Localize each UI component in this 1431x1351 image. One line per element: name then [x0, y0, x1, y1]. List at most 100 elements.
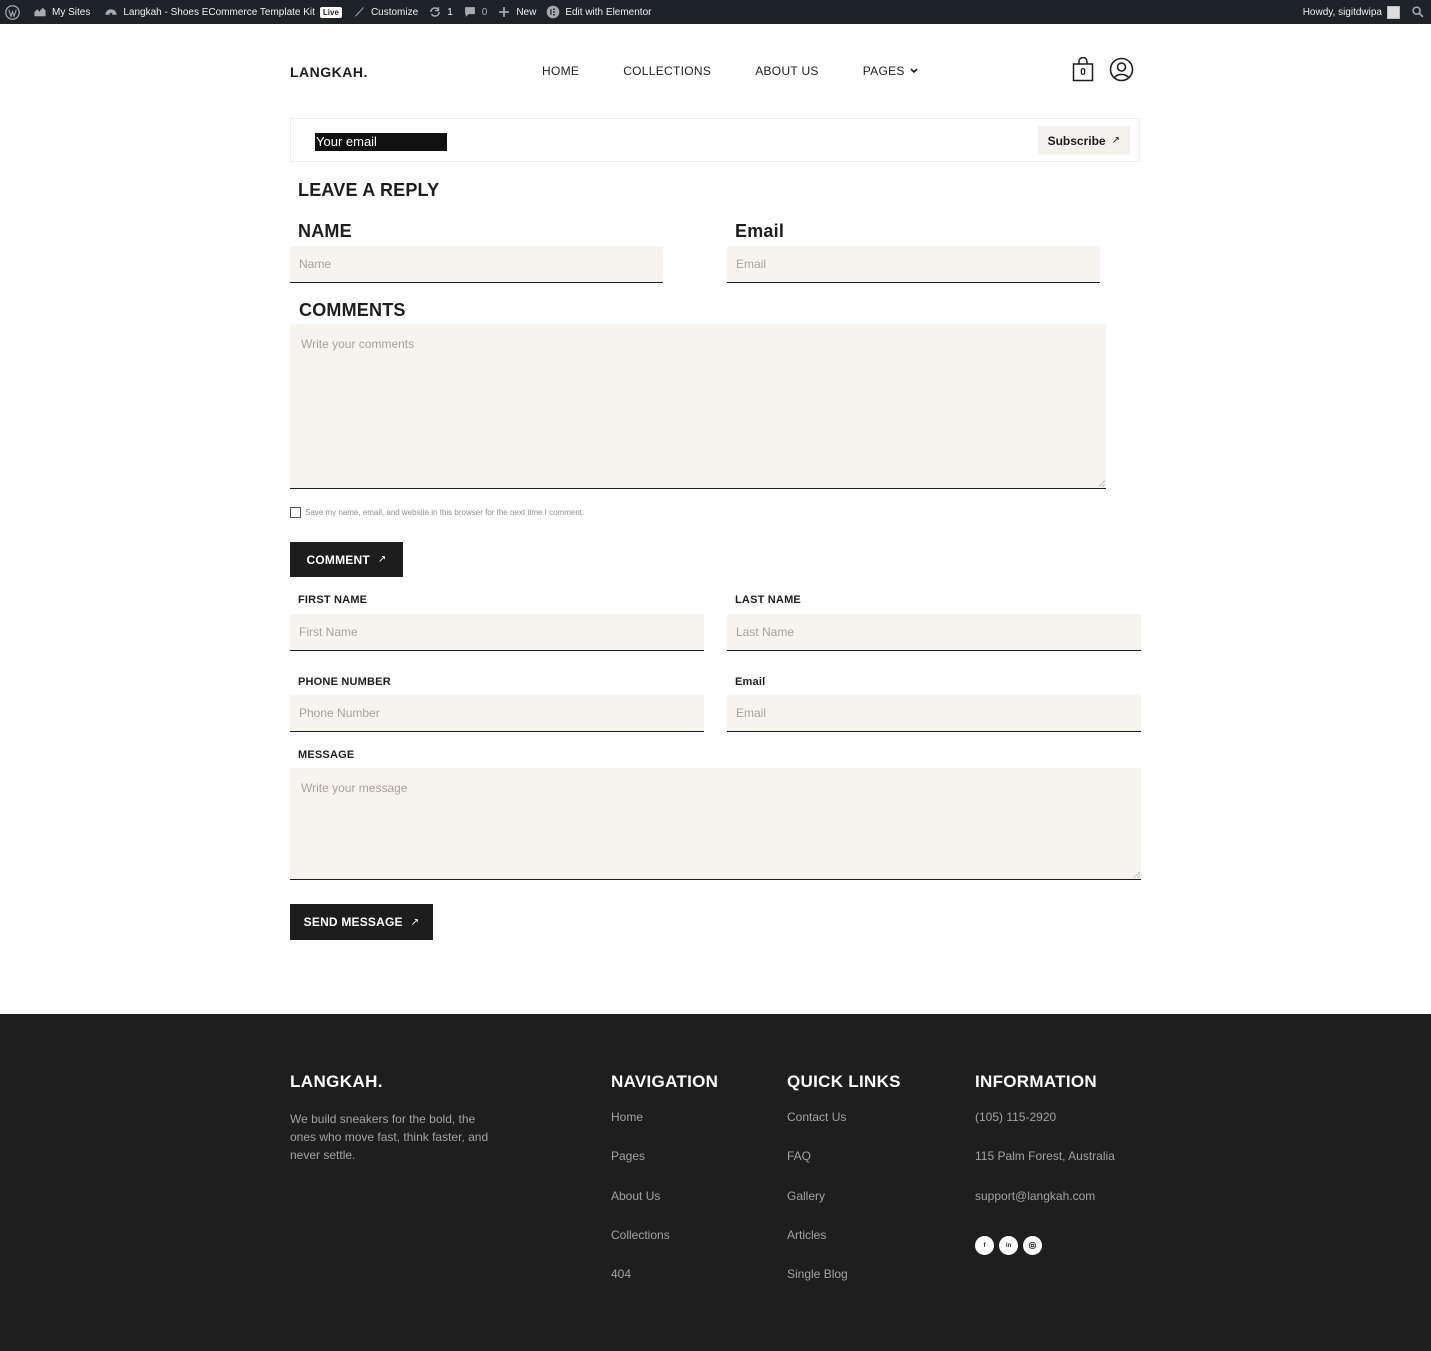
footer-quick-links-title: QUICK LINKS	[787, 1072, 901, 1091]
new-content-button[interactable]: New	[492, 0, 541, 24]
arrow-up-right-icon: ↗	[1111, 135, 1120, 146]
my-sites-icon	[34, 7, 46, 17]
howdy-label: Howdy, sigitdwipa	[1302, 6, 1382, 18]
main-nav: HOME COLLECTIONS ABOUT US PAGES	[542, 64, 918, 78]
footer-information-title: INFORMATION	[975, 1072, 1097, 1091]
footer-link-home[interactable]: Home	[611, 1110, 718, 1149]
contact-email-label: Email	[735, 676, 766, 688]
reply-email-placeholder: Email	[736, 257, 767, 271]
wordpress-logo-button[interactable]	[0, 0, 28, 24]
nav-home[interactable]: HOME	[542, 64, 579, 78]
message-textarea[interactable]: Write your message	[290, 768, 1141, 880]
site-header: LANGKAH. HOME COLLECTIONS ABOUT US PAGES…	[0, 24, 1431, 118]
comments-label: COMMENTS	[299, 300, 406, 320]
message-label: MESSAGE	[298, 749, 355, 761]
comment-submit-button[interactable]: COMMENT ↗	[290, 542, 403, 577]
admin-bar: My Sites Langkah - Shoes ECommerce Templ…	[0, 0, 1431, 24]
footer-link-about-us[interactable]: About Us	[611, 1189, 718, 1228]
my-account-menu[interactable]: Howdy, sigitdwipa	[1298, 0, 1406, 24]
comments-count: 0	[481, 6, 488, 18]
subscribe-button[interactable]: Subscribe ↗	[1037, 126, 1130, 155]
reply-name-placeholder: Name	[299, 257, 332, 271]
elementor-label: Edit with Elementor	[565, 6, 652, 18]
subscribe-button-label: Subscribe	[1047, 133, 1106, 148]
footer-link-articles[interactable]: Articles	[787, 1228, 901, 1267]
footer-link-gallery[interactable]: Gallery	[787, 1189, 901, 1228]
footer-link-contact-us[interactable]: Contact Us	[787, 1110, 901, 1149]
resize-handle-icon[interactable]	[1098, 480, 1105, 487]
account-button[interactable]	[1109, 57, 1134, 82]
my-sites-menu[interactable]: My Sites	[28, 0, 95, 24]
arrow-up-right-icon: ↗	[377, 554, 387, 565]
customize-label: Customize	[370, 6, 419, 18]
comments-placeholder: Write your comments	[301, 337, 415, 351]
footer-information: INFORMATION (105) 115-2920 115 Palm Fore…	[975, 1072, 1115, 1228]
save-info-checkbox[interactable]	[290, 507, 301, 518]
send-message-label: SEND MESSAGE	[303, 915, 403, 929]
edit-elementor-button[interactable]: Edit with Elementor	[541, 0, 656, 24]
user-icon	[1109, 57, 1134, 82]
footer-navigation: NAVIGATION Home Pages About Us Collectio…	[611, 1072, 718, 1306]
updates-icon	[430, 7, 441, 17]
admin-search-button[interactable]	[1406, 0, 1431, 24]
live-badge: Live	[319, 6, 342, 18]
first-name-placeholder: First Name	[299, 625, 358, 639]
first-name-input[interactable]: First Name	[290, 614, 704, 651]
phone-placeholder: Phone Number	[299, 706, 380, 720]
nav-pages[interactable]: PAGES	[863, 64, 918, 78]
last-name-label: LAST NAME	[735, 594, 801, 606]
reply-email-input[interactable]: Email	[727, 246, 1100, 283]
phone-input[interactable]: Phone Number	[290, 695, 704, 732]
footer-link-pages[interactable]: Pages	[611, 1149, 718, 1188]
plus-icon	[499, 7, 510, 17]
footer-link-single-blog[interactable]: Single Blog	[787, 1267, 901, 1306]
search-icon	[1412, 6, 1424, 18]
instagram-glyph	[1029, 1242, 1036, 1249]
resize-handle-icon[interactable]	[1133, 871, 1140, 878]
comments-textarea[interactable]: Write your comments	[290, 324, 1106, 489]
subscribe-email-input[interactable]: Your email	[315, 133, 447, 151]
facebook-icon[interactable]: f	[975, 1236, 994, 1255]
footer-email[interactable]: support@langkah.com	[975, 1189, 1115, 1228]
site-footer: LANGKAH. We build sneakers for the bold,…	[0, 1014, 1431, 1351]
wordpress-icon	[5, 4, 20, 20]
avatar	[1387, 5, 1400, 19]
chevron-down-icon	[910, 68, 918, 74]
elementor-icon	[547, 5, 560, 19]
footer-logo[interactable]: LANGKAH.	[290, 1072, 383, 1092]
site-logo[interactable]: LANGKAH.	[290, 64, 368, 80]
last-name-placeholder: Last Name	[736, 625, 795, 639]
last-name-input[interactable]: Last Name	[727, 614, 1141, 651]
linkedin-icon[interactable]: in	[999, 1236, 1018, 1255]
nav-about-us[interactable]: ABOUT US	[755, 64, 819, 78]
comment-icon	[464, 7, 475, 17]
first-name-label: FIRST NAME	[298, 594, 368, 606]
social-links: f in	[975, 1236, 1047, 1255]
leave-reply-heading: LEAVE A REPLY	[298, 180, 440, 200]
footer-link-404[interactable]: 404	[611, 1267, 718, 1306]
footer-link-collections[interactable]: Collections	[611, 1228, 718, 1267]
footer-phone: (105) 115-2920	[975, 1110, 1057, 1124]
site-name-label: Langkah - Shoes ECommerce Template Kit	[123, 6, 315, 18]
footer-link-faq[interactable]: FAQ	[787, 1149, 901, 1188]
contact-email-input[interactable]: Email	[727, 695, 1141, 732]
footer-nav-title: NAVIGATION	[611, 1072, 719, 1091]
updates-button[interactable]: 1	[423, 0, 458, 24]
site-name-menu[interactable]: Langkah - Shoes ECommerce Template Kit L…	[95, 0, 347, 24]
customize-button[interactable]: Customize	[347, 0, 423, 24]
save-info-row: Save my name, email, and website in this…	[290, 507, 584, 518]
comments-button[interactable]: 0	[458, 0, 493, 24]
footer-quick-links: QUICK LINKS Contact Us FAQ Gallery Artic…	[787, 1072, 901, 1306]
nav-collections[interactable]: COLLECTIONS	[623, 64, 711, 78]
new-label: New	[516, 6, 537, 18]
subscribe-form: Your email Subscribe ↗	[290, 118, 1140, 162]
save-info-text: Save my name, email, and website in this…	[305, 508, 585, 517]
instagram-icon[interactable]	[1023, 1236, 1042, 1255]
updates-count: 1	[447, 6, 453, 18]
name-label: NAME	[298, 221, 352, 241]
footer-description: We build sneakers for the bold, the ones…	[290, 1112, 489, 1162]
cart-button[interactable]: 0	[1072, 56, 1094, 82]
comment-button-label: COMMENT	[306, 552, 370, 567]
send-message-button[interactable]: SEND MESSAGE ↗	[290, 904, 433, 940]
reply-name-input[interactable]: Name	[290, 246, 663, 283]
